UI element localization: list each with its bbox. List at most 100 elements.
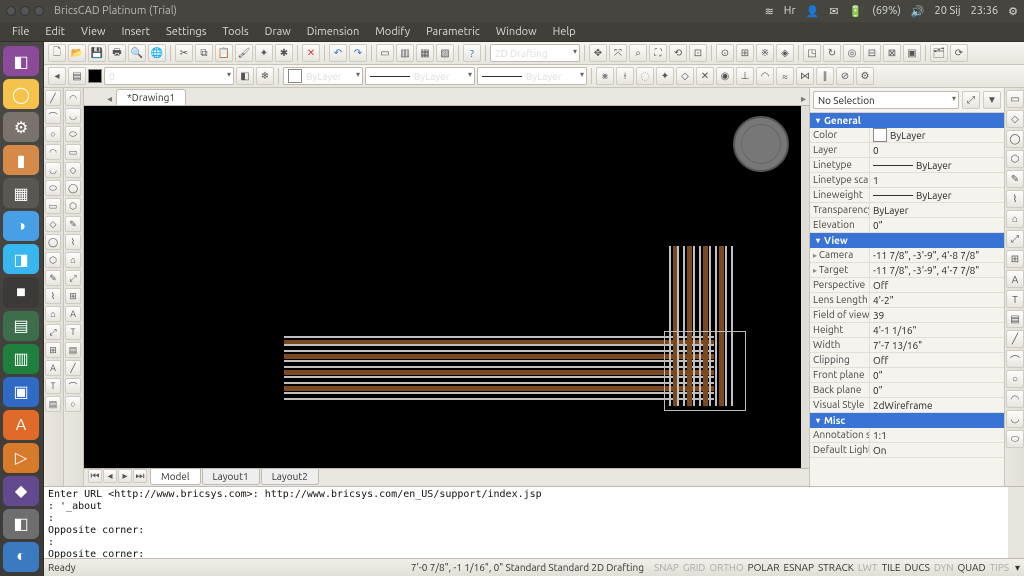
vtb-left2-btn-17[interactable]: ○ (65, 396, 81, 412)
snap-perp-icon[interactable]: ⊥ (736, 67, 754, 85)
view4-icon[interactable]: ⊟ (863, 44, 881, 62)
model-tab[interactable]: Model (150, 469, 201, 485)
command-scroll[interactable] (1008, 487, 1024, 558)
prop-value[interactable]: 1 (870, 173, 1004, 187)
keyboard-layout[interactable]: Hr (784, 5, 796, 17)
vtb-right-btn-8[interactable]: ⊞ (1006, 250, 1024, 268)
launcher-item-2[interactable]: ⚙ (3, 112, 39, 142)
vtb-left-btn-11[interactable]: ⌇ (45, 288, 61, 304)
tab-next-icon[interactable]: ▸ (798, 93, 809, 105)
prop-value[interactable]: On (870, 443, 1004, 457)
status-toggle-strack[interactable]: STRACK (818, 562, 854, 573)
launcher-item-6[interactable]: ◨ (3, 244, 39, 274)
prev-tab-icon[interactable]: ◂ (103, 469, 117, 483)
osnap4-icon[interactable]: ◈ (776, 44, 794, 62)
color-select[interactable]: ByLayer (283, 67, 363, 85)
snap-none-icon[interactable]: ⊘ (836, 67, 854, 85)
status-toggle-ducs[interactable]: DUCS (904, 562, 929, 573)
view5-icon[interactable]: ⊠ (883, 44, 901, 62)
maximize-window-icon[interactable] (34, 6, 44, 16)
prop-value[interactable]: Off (870, 353, 1004, 367)
last-tab-icon[interactable]: ⏭ (133, 469, 147, 483)
status-toggle-tile[interactable]: TILE (882, 562, 901, 573)
launcher-item-9[interactable]: ▥ (3, 344, 39, 374)
prop-section-general[interactable]: General (810, 113, 1004, 128)
prop-section-misc[interactable]: Misc (810, 413, 1004, 428)
launcher-item-14[interactable]: ◧ (3, 509, 39, 539)
vtb-left-btn-2[interactable]: ○ (45, 126, 61, 142)
vtb-right-btn-14[interactable]: ○ (1006, 370, 1024, 388)
launcher-item-3[interactable]: ▮ (3, 145, 39, 175)
status-toggle-polar[interactable]: POLAR (748, 562, 780, 573)
vtb-left2-btn-15[interactable]: ╱ (65, 360, 81, 376)
osnap1-icon[interactable]: ⊙ (716, 44, 734, 62)
layout2-tab[interactable]: Layout2 (261, 469, 319, 485)
menu-insert[interactable]: Insert (116, 24, 156, 40)
rtzoom-icon[interactable]: ⤧ (609, 44, 627, 62)
launcher-item-15[interactable]: ◐ (3, 542, 39, 572)
vtb-left2-btn-12[interactable]: A (65, 306, 81, 322)
prop-value[interactable]: 1:1 (870, 428, 1004, 442)
status-toggle-snap[interactable]: SNAP (654, 562, 679, 573)
vtb-left2-btn-16[interactable]: ⌒ (65, 378, 81, 394)
menu-window[interactable]: Window (490, 24, 543, 40)
refresh-icon[interactable]: ⟳ (950, 44, 968, 62)
prop-row-linetype[interactable]: LinetypeByLayer (810, 158, 1004, 173)
vtb-left-btn-15[interactable]: A (45, 360, 61, 376)
vtb-right-btn-16[interactable]: ◡ (1006, 410, 1024, 428)
prop-value[interactable]: 0" (870, 368, 1004, 382)
first-tab-icon[interactable]: ⏮ (88, 469, 102, 483)
prop-row-width[interactable]: Width7'-7 13/16" (810, 338, 1004, 353)
vtb-right-btn-7[interactable]: ⤢ (1006, 230, 1024, 248)
launcher-item-13[interactable]: ◆ (3, 476, 39, 506)
menu-view[interactable]: View (75, 24, 112, 40)
launcher-item-0[interactable]: ◧ (3, 46, 39, 76)
vtb-left2-btn-11[interactable]: ⊞ (65, 288, 81, 304)
prop-row-field-of-view[interactable]: Field of view39 (810, 308, 1004, 323)
prop-row-annotation-sca[interactable]: Annotation sca1:1 (810, 428, 1004, 443)
drawing-canvas[interactable] (84, 106, 809, 468)
layerfreeze-icon[interactable]: ❄ (256, 67, 274, 85)
menu-settings[interactable]: Settings (160, 24, 213, 40)
vtb-left2-btn-9[interactable]: ⌂ (65, 252, 81, 268)
tab-prev-icon[interactable]: ◂ (104, 93, 115, 105)
vtb-right-btn-15[interactable]: ◠ (1006, 390, 1024, 408)
vtb-left-btn-10[interactable]: ✎ (45, 270, 61, 286)
launcher-item-5[interactable]: ◑ (3, 211, 39, 241)
launcher-item-12[interactable]: ▷ (3, 443, 39, 473)
vtb-left2-btn-2[interactable]: ⬭ (65, 126, 81, 142)
vtb-right-btn-4[interactable]: ✎ (1006, 170, 1024, 188)
vtb-left2-btn-13[interactable]: T (65, 324, 81, 340)
prop-row-visual-style[interactable]: Visual Style2dWireframe (810, 398, 1004, 413)
prop-value[interactable]: ByLayer (870, 188, 1004, 202)
vtb-right-btn-17[interactable]: ⬭ (1006, 430, 1024, 448)
view-cube-icon[interactable] (733, 116, 789, 172)
vtb-left-btn-3[interactable]: ◠ (45, 144, 61, 160)
explorer-icon[interactable]: 🗂 (930, 44, 948, 62)
prop-row-height[interactable]: Height4'-1 1/16" (810, 323, 1004, 338)
prop-row-perspective[interactable]: PerspectiveOff (810, 278, 1004, 293)
user-icon[interactable]: 👤 (806, 5, 820, 18)
print-icon[interactable]: 🖶 (108, 44, 126, 62)
vtb-left2-btn-4[interactable]: ◇ (65, 162, 81, 178)
sheets3-icon[interactable]: ▧ (436, 44, 454, 62)
vtb-left-btn-5[interactable]: ⬭ (45, 180, 61, 196)
props-pick-icon[interactable]: ⤢ (962, 91, 980, 109)
layer-select[interactable]: 0 (104, 67, 234, 85)
status-toggle-ortho[interactable]: ORTHO (709, 562, 743, 573)
status-toggle-tips[interactable]: TIPS (990, 562, 1009, 573)
menu-draw[interactable]: Draw (259, 24, 297, 40)
prop-value[interactable]: ByLayer (870, 203, 1004, 217)
status-toggle-dyn[interactable]: DYN (934, 562, 954, 573)
undo-icon[interactable]: ↶ (329, 44, 347, 62)
new-icon[interactable]: 🗋 (48, 44, 66, 62)
vtb-left2-btn-7[interactable]: ✎ (65, 216, 81, 232)
vtb-left-btn-1[interactable]: ⌒ (45, 108, 61, 124)
vtb-left-btn-7[interactable]: ◇ (45, 216, 61, 232)
snap-int-icon[interactable]: ✕ (696, 67, 714, 85)
snap-quad-icon[interactable]: ◇ (676, 67, 694, 85)
vtb-left2-btn-10[interactable]: ⤢ (65, 270, 81, 286)
zoomprev-icon[interactable]: ⟲ (669, 44, 687, 62)
delete-icon[interactable]: ✕ (302, 44, 320, 62)
vtb-left-btn-9[interactable]: ⬡ (45, 252, 61, 268)
